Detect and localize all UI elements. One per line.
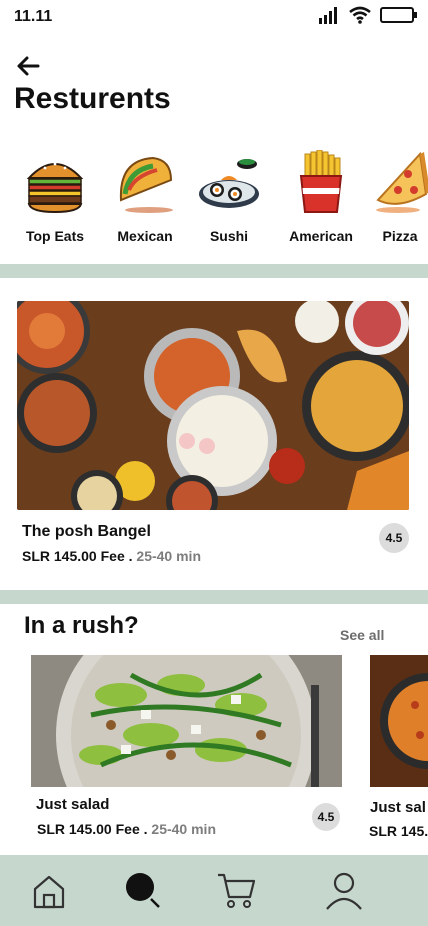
status-time: 11.11: [14, 8, 53, 25]
status-icons: [318, 6, 418, 24]
home-icon[interactable]: [27, 869, 71, 913]
category-sushi[interactable]: Sushi: [184, 150, 274, 244]
category-american[interactable]: American: [276, 150, 366, 244]
delivery-time: 25-40 min: [151, 821, 216, 837]
card-title[interactable]: Just sal: [370, 799, 426, 816]
battery-icon: [380, 7, 417, 23]
category-label: Sushi: [209, 228, 249, 244]
card-meta: SLR 145.: [369, 823, 428, 839]
bottom-nav: [0, 855, 428, 926]
category-label: American: [289, 228, 353, 244]
section-title: In a rush?: [24, 612, 139, 639]
section-divider: [0, 590, 428, 604]
back-arrow-icon[interactable]: [14, 52, 42, 80]
delivery-time: 25-40 min: [136, 548, 201, 564]
restaurant-image[interactable]: [17, 301, 409, 510]
pizza-icon: [376, 151, 428, 213]
taco-icon: [119, 156, 173, 213]
restaurant-name[interactable]: The posh Bangel: [22, 523, 151, 541]
card-title[interactable]: Just salad: [36, 796, 109, 813]
delivery-fee: SLR 145.00 Fee .: [37, 821, 148, 837]
card-image[interactable]: [370, 655, 428, 787]
section-divider: [0, 264, 428, 278]
profile-icon[interactable]: [322, 869, 366, 913]
delivery-fee: SLR 145.00 Fee .: [22, 548, 133, 564]
page-title: Resturents: [14, 82, 171, 115]
category-label: Top Eats: [25, 228, 85, 244]
rating-badge: 4.5: [379, 523, 409, 553]
rating-badge: 4.5: [312, 803, 340, 831]
restaurant-meta: SLR 145.00 Fee . 25-40 min: [22, 548, 201, 564]
card-image[interactable]: [31, 655, 342, 787]
search-icon[interactable]: [120, 869, 164, 913]
category-strip[interactable]: Top Eats Mexican Sushi American Pizza: [0, 150, 428, 260]
category-pizza[interactable]: Pizza: [355, 150, 428, 244]
category-top-eats[interactable]: Top Eats: [10, 150, 100, 244]
card-meta: SLR 145.00 Fee . 25-40 min: [37, 821, 216, 837]
fries-icon: [299, 150, 343, 213]
burger-icon: [26, 162, 84, 214]
category-mexican[interactable]: Mexican: [100, 150, 190, 244]
category-label: Pizza: [382, 228, 418, 244]
see-all-link[interactable]: See all: [340, 627, 384, 643]
sushi-icon: [199, 159, 259, 208]
signal-icon: [319, 7, 337, 24]
wifi-icon: [349, 6, 371, 24]
cart-icon[interactable]: [214, 869, 258, 913]
category-label: Mexican: [117, 228, 173, 244]
